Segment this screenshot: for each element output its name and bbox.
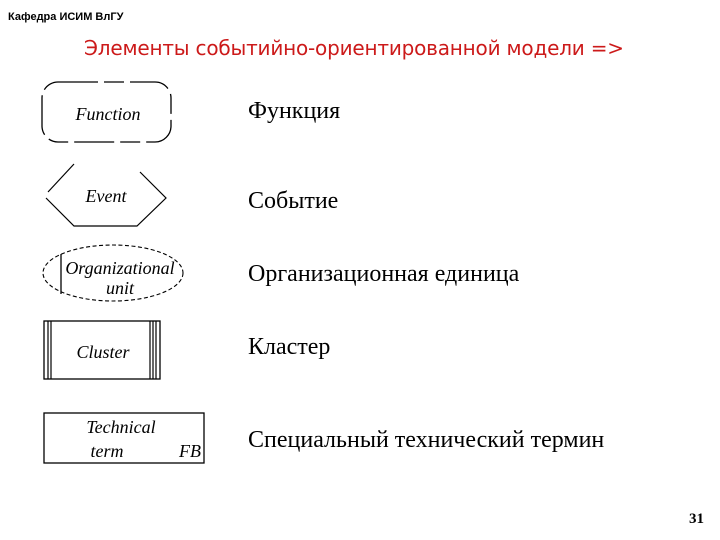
event-shape: Event bbox=[42, 160, 172, 232]
slide-title: Элементы событийно-ориентированной модел… bbox=[84, 36, 624, 60]
page-number: 31 bbox=[689, 511, 704, 527]
organizational-unit-text-line2: unit bbox=[106, 278, 135, 298]
technical-term-text-line2: term bbox=[91, 441, 124, 461]
technical-term-text-line1: Technical bbox=[86, 417, 155, 437]
technical-term-label: Специальный технический термин bbox=[248, 427, 605, 453]
organizational-unit-label: Организационная единица bbox=[248, 261, 520, 287]
organizational-unit-text-line1: Organizational bbox=[65, 258, 174, 278]
event-label: Событие bbox=[248, 188, 339, 214]
organizational-unit-shape: Organizational unit bbox=[40, 242, 188, 304]
event-shape-text: Event bbox=[85, 186, 128, 206]
function-shape-text: Function bbox=[75, 104, 141, 124]
department-header: Кафедра ИСИМ ВлГУ bbox=[8, 11, 124, 23]
function-shape: Function bbox=[40, 80, 175, 146]
cluster-shape: Cluster bbox=[43, 320, 163, 382]
technical-term-shape: Technical term FB bbox=[43, 412, 207, 466]
cluster-label: Кластер bbox=[248, 334, 331, 360]
cluster-shape-text: Cluster bbox=[76, 342, 130, 362]
technical-term-fb-text: FB bbox=[178, 441, 201, 461]
function-label: Функция bbox=[248, 98, 341, 124]
